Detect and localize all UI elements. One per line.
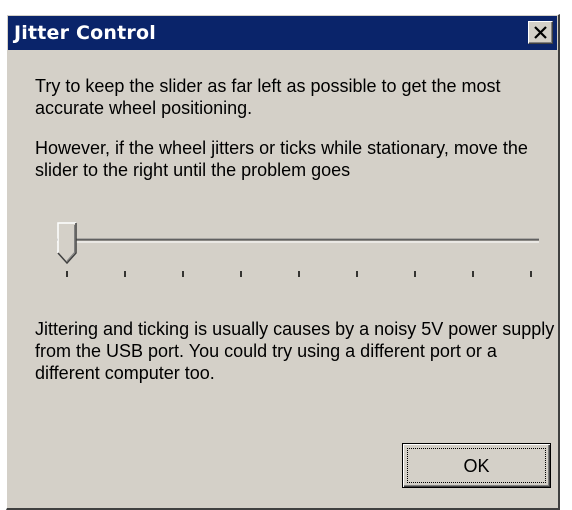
help-text: Jittering and ticking is usually causes … [35, 319, 555, 383]
instruction-text-2: However, if the wheel jitters or ticks w… [35, 138, 528, 180]
slider-track [57, 238, 539, 243]
ok-button[interactable]: OK [402, 443, 551, 488]
slider-thumb[interactable] [57, 222, 77, 265]
dialog-title: Jitter Control [14, 22, 156, 44]
instruction-text-1: Try to keep the slider as far left as po… [35, 76, 501, 118]
close-icon [534, 26, 547, 39]
ok-button-label: OK [407, 448, 546, 483]
title-bar[interactable]: Jitter Control [8, 16, 557, 50]
close-button[interactable] [528, 21, 553, 44]
jitter-control-dialog: Jitter Control Try to keep the slider as… [6, 14, 560, 510]
jitter-slider[interactable] [43, 221, 543, 281]
